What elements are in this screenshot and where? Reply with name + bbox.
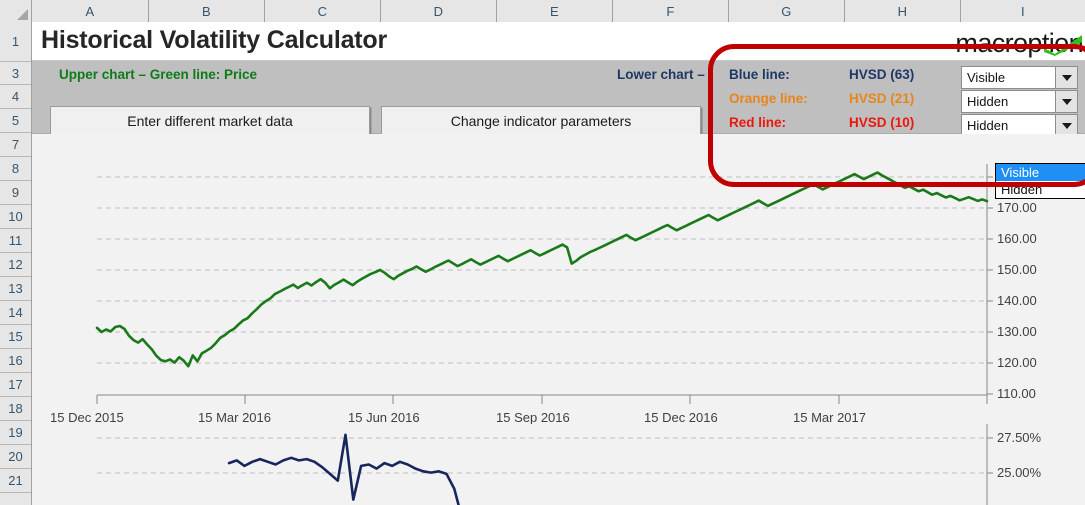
upper-xtick-3: 15 Sep 2016: [496, 410, 570, 425]
upper-xtick-1: 15 Mar 2016: [198, 410, 271, 425]
select-all-corner[interactable]: [0, 0, 32, 22]
combo-red-chevron-down-icon[interactable]: [1055, 115, 1077, 136]
upper-ytick-130: 130.00: [997, 324, 1037, 339]
upper-ytick-170: 170.00: [997, 200, 1037, 215]
upper-chart-svg: [95, 164, 993, 404]
legend-name-blue: Blue line:: [729, 67, 790, 82]
row-header-1[interactable]: 1: [0, 22, 31, 62]
lower-chart-svg: [97, 424, 993, 505]
row-header-18[interactable]: 18: [0, 397, 31, 421]
lower-ytick-2500: 25.00%: [997, 465, 1042, 480]
upper-xtick-5: 15 Mar 2017: [793, 410, 866, 425]
upper-chart-x-ticks: [96, 395, 988, 404]
upper-xtick-4: 15 Dec 2016: [644, 410, 718, 425]
legend-value-orange: HVSD (21): [849, 91, 915, 106]
lower-chart-hv-line: [227, 433, 460, 505]
upper-chart-price-line: [95, 171, 989, 368]
row-header-11[interactable]: 11: [0, 229, 31, 253]
row-header-14[interactable]: 14: [0, 301, 31, 325]
visibility-dropdown-list[interactable]: Visible Hidden: [995, 163, 1085, 199]
legend-name-red: Red line:: [729, 115, 787, 130]
lower-chart-gridlines: [97, 437, 987, 474]
row-header-8[interactable]: 8: [0, 157, 31, 181]
combo-orange-chevron-down-icon[interactable]: [1055, 91, 1077, 112]
column-header-B[interactable]: B: [149, 0, 265, 22]
row-header-20[interactable]: 20: [0, 445, 31, 469]
row-header-3[interactable]: 3: [0, 62, 31, 85]
row-header-5[interactable]: 5: [0, 109, 31, 133]
upper-ytick-140: 140.00: [997, 293, 1037, 308]
column-header-D[interactable]: D: [381, 0, 497, 22]
change-indicator-parameters-label: Change indicator parameters: [450, 113, 632, 129]
combo-blue-value: Visible: [967, 70, 1006, 85]
enter-market-data-label: Enter different market data: [127, 113, 293, 129]
enter-market-data-button[interactable]: Enter different market data: [50, 106, 370, 136]
row-header-19[interactable]: 19: [0, 421, 31, 445]
upper-chart-y-ticks: [987, 176, 993, 395]
upper-ytick-110: 110.00: [997, 386, 1036, 401]
column-header-E[interactable]: E: [497, 0, 613, 22]
upper-chart-gridlines: [97, 176, 987, 364]
dropdown-option-hidden[interactable]: Hidden: [996, 181, 1085, 198]
row-header-13[interactable]: 13: [0, 277, 31, 301]
column-header-G[interactable]: G: [729, 0, 845, 22]
row-header-17[interactable]: 17: [0, 373, 31, 397]
upper-ytick-160: 160.00: [997, 231, 1037, 246]
upper-chart-label: Upper chart – Green line: Price: [59, 67, 258, 82]
row-header-12[interactable]: 12: [0, 253, 31, 277]
column-header-C[interactable]: C: [265, 0, 381, 22]
change-indicator-parameters-button[interactable]: Change indicator parameters: [381, 106, 701, 136]
lower-hv-chart: 27.50% 25.00%: [32, 424, 1085, 505]
upper-ytick-120: 120.00: [997, 355, 1037, 370]
column-header-A[interactable]: A: [32, 0, 149, 22]
row-header-7[interactable]: 7: [0, 133, 31, 157]
upper-price-chart: 180.00 170.00 160.00 150.00 140.00 130.0…: [32, 134, 1085, 425]
sheet-content: Historical Volatility Calculator macropt…: [32, 22, 1085, 505]
row-header-16[interactable]: 16: [0, 349, 31, 373]
row-header-21[interactable]: 21: [0, 469, 31, 493]
column-header-I[interactable]: I: [961, 0, 1085, 22]
column-header-row: A B C D E F G H I: [0, 0, 1085, 23]
upper-ytick-150: 150.00: [997, 262, 1037, 277]
combo-blue-line-visibility[interactable]: Visible: [961, 66, 1078, 89]
row-header-15[interactable]: 15: [0, 325, 31, 349]
column-header-H[interactable]: H: [845, 0, 961, 22]
row-header-4[interactable]: 4: [0, 85, 31, 109]
macroption-check-icon: [1044, 35, 1082, 56]
upper-xtick-0: 15 Dec 2015: [50, 410, 124, 425]
legend-value-blue: HVSD (63): [849, 67, 915, 82]
legend-value-red: HVSD (10): [849, 115, 915, 130]
combo-orange-line-visibility[interactable]: Hidden: [961, 90, 1078, 113]
legend-name-orange: Orange line:: [729, 91, 808, 106]
upper-xtick-2: 15 Jun 2016: [348, 410, 420, 425]
combo-orange-value: Hidden: [967, 94, 1009, 109]
excel-sheet: A B C D E F G H I 1 3 4 5 7 8 9 10 11 12…: [0, 0, 1085, 505]
row-header-column: 1 3 4 5 7 8 9 10 11 12 13 14 15 16 17 18…: [0, 22, 32, 505]
select-all-triangle-icon: [17, 9, 28, 20]
row-header-10[interactable]: 10: [0, 205, 31, 229]
combo-red-value: Hidden: [967, 118, 1009, 133]
column-header-F[interactable]: F: [613, 0, 729, 22]
lower-chart-y-ticks: [987, 437, 993, 474]
page-title: Historical Volatility Calculator: [41, 26, 388, 54]
lower-chart-label: Lower chart –: [617, 67, 705, 82]
row-header-9[interactable]: 9: [0, 181, 31, 205]
title-row: Historical Volatility Calculator macropt…: [32, 22, 1085, 61]
dropdown-option-visible[interactable]: Visible: [996, 164, 1085, 181]
lower-ytick-2750: 27.50%: [997, 430, 1042, 445]
combo-blue-chevron-down-icon[interactable]: [1055, 67, 1077, 88]
